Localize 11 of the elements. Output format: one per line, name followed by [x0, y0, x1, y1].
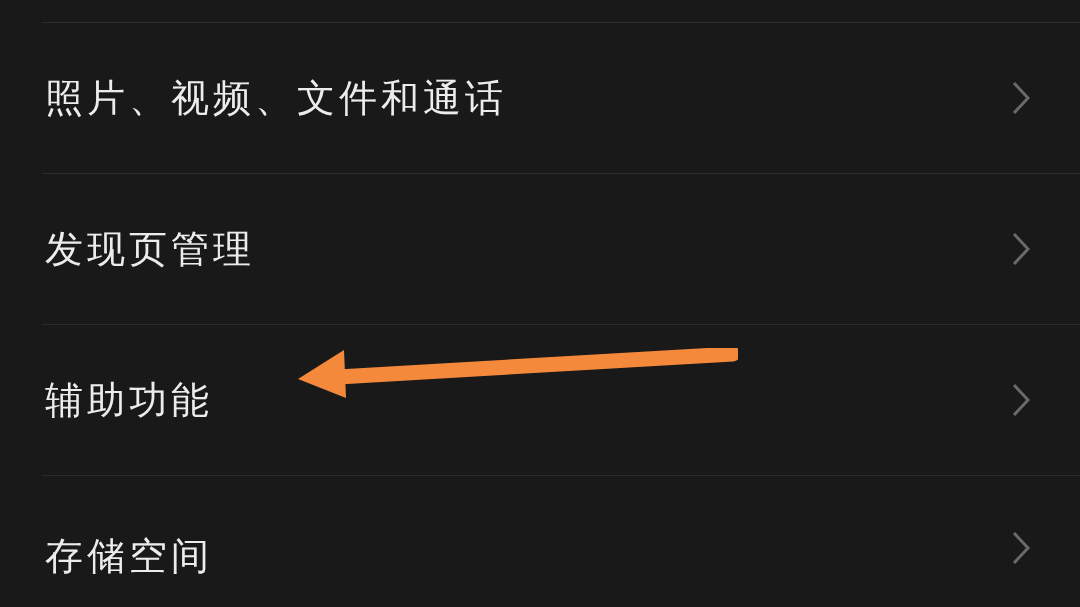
- chevron-right-icon: [1012, 81, 1030, 115]
- settings-row[interactable]: 发现页管理: [42, 173, 1080, 324]
- chevron-right-icon: [1012, 531, 1030, 565]
- settings-row[interactable]: 照片、视频、文件和通话: [42, 22, 1080, 173]
- settings-label: 辅助功能: [45, 376, 213, 424]
- settings-label: 发现页管理: [45, 225, 255, 273]
- chevron-right-icon: [1012, 383, 1030, 417]
- chevron-right-icon: [1012, 232, 1030, 266]
- settings-row[interactable]: 存储空间: [42, 475, 1080, 607]
- settings-label: 照片、视频、文件和通话: [45, 74, 507, 122]
- settings-label: 存储空间: [45, 533, 213, 580]
